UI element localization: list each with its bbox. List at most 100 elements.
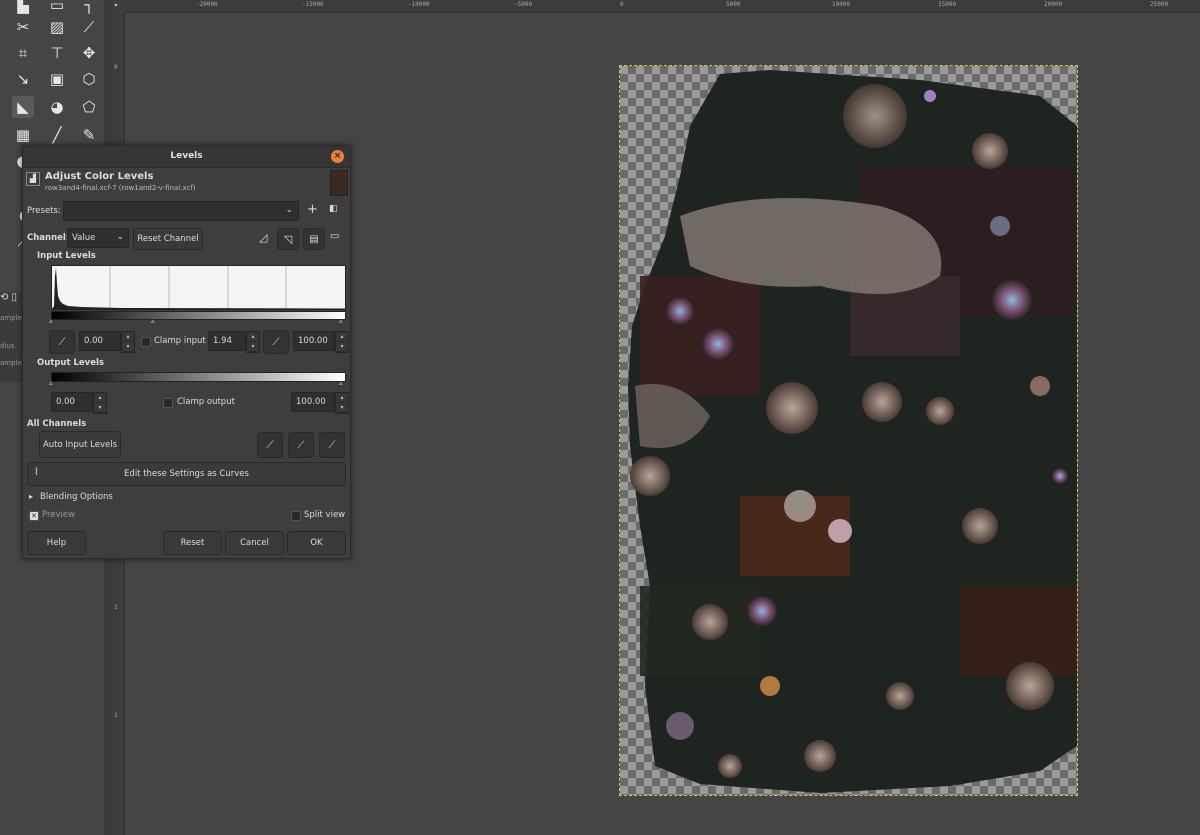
input-high-field[interactable]: 100.00: [293, 331, 335, 351]
dialog-titlebar[interactable]: Levels ×: [23, 146, 350, 168]
by-color-select-icon[interactable]: ▨: [46, 16, 68, 38]
tool-options-panel: ⟲ ▯ ample dius ample: [0, 292, 22, 382]
help-button[interactable]: Help: [27, 531, 86, 555]
ruler-origin-icon[interactable]: ▸: [114, 0, 119, 9]
unified-transform-icon[interactable]: ✥: [78, 42, 100, 64]
output-black-slider-handle[interactable]: ▵: [49, 379, 53, 387]
tool-option-label: ample: [0, 359, 22, 367]
channel-combo[interactable]: Value ⌄: [67, 228, 129, 248]
perspective-tool-icon[interactable]: ⬡: [78, 68, 100, 90]
output-levels-label: Output Levels: [37, 358, 104, 368]
input-high-spinner[interactable]: ▴ ▾: [335, 331, 349, 353]
pick-black-point-all-icon[interactable]: ⟋: [257, 432, 283, 458]
pencil-icon[interactable]: ✎: [78, 124, 100, 146]
paths-tool-icon[interactable]: ▙: [12, 0, 34, 16]
tool-options-icons: ⟲ ▯: [0, 292, 18, 303]
ruler-label: 0: [620, 1, 624, 8]
histogram-menu-icon[interactable]: ▭: [330, 231, 339, 242]
image-thumbnail: [330, 170, 348, 196]
fuzzy-select-icon[interactable]: ⟋: [78, 16, 100, 38]
output-low-field[interactable]: 0.00: [51, 392, 93, 412]
ruler-label: 1: [114, 712, 118, 719]
reset-channel-button[interactable]: Reset Channel: [133, 228, 203, 250]
presets-combo[interactable]: ⌄: [63, 201, 299, 221]
measure-tool-icon[interactable]: ┐: [78, 0, 100, 16]
ruler-label: 15000: [938, 1, 957, 8]
blend-tool-icon[interactable]: ▦: [12, 124, 34, 146]
pick-gray-point-all-icon[interactable]: ⟋: [288, 432, 314, 458]
dialog-heading: Adjust Color Levels: [45, 171, 154, 182]
expander-icon[interactable]: ▸: [29, 492, 33, 501]
auto-input-levels-button[interactable]: Auto Input Levels: [39, 431, 121, 458]
tool-option-label: ample: [0, 314, 22, 322]
chevron-down-icon: ⌄: [285, 205, 293, 215]
ruler-label: 1: [114, 604, 118, 611]
pick-white-point-all-icon[interactable]: ⟋: [319, 432, 345, 458]
clamp-input-checkbox[interactable]: [141, 337, 151, 347]
input-white-slider-handle[interactable]: ▵: [339, 317, 343, 325]
ruler-label: 25000: [1150, 1, 1169, 8]
gamma-field[interactable]: 1.94: [208, 331, 246, 351]
ruler-label: -5000: [514, 1, 533, 8]
preview-checkbox[interactable]: ✕: [29, 511, 39, 521]
preview-label: Preview: [42, 510, 76, 520]
crop-tool-icon[interactable]: ⌗: [12, 42, 34, 64]
paintbrush-icon[interactable]: ╱: [46, 124, 68, 146]
gradient-tool-icon[interactable]: ◕: [46, 96, 68, 118]
output-high-field[interactable]: 100.00: [291, 392, 335, 412]
tool-option-label: dius: [0, 342, 15, 350]
output-white-slider-handle[interactable]: ▵: [339, 379, 343, 387]
edit-as-curves-button[interactable]: ⌇ Edit these Settings as Curves: [27, 462, 346, 486]
channel-value: Value: [72, 233, 96, 243]
input-levels-label: Input Levels: [37, 251, 96, 261]
pick-white-point-icon[interactable]: ⟋: [263, 330, 289, 354]
close-icon[interactable]: ×: [331, 150, 344, 163]
levels-dialog: Levels × ▟ Adjust Color Levels row3and4-…: [22, 145, 351, 559]
input-low-field[interactable]: 0.00: [79, 331, 121, 351]
presets-label: Presets:: [27, 206, 61, 216]
histogram-view-icon[interactable]: ▤: [303, 228, 325, 250]
ruler-label: -20000: [196, 1, 218, 8]
ruler-label: -15000: [302, 1, 324, 8]
add-preset-icon[interactable]: +: [307, 202, 318, 217]
clamp-output-label: Clamp output: [177, 397, 235, 407]
output-gradient-bar: [51, 372, 346, 382]
warp-transform-icon[interactable]: ↘: [12, 68, 34, 90]
horizontal-ruler[interactable]: ▸ -20000 -15000 -10000 -5000 0 5000 1000…: [112, 0, 1200, 13]
ruler-label: 5000: [726, 1, 741, 8]
text-tool-icon[interactable]: ▭: [46, 0, 68, 16]
preset-menu-icon[interactable]: ◧: [329, 204, 338, 214]
ruler-label: 20000: [1044, 1, 1063, 8]
scissors-select-icon[interactable]: ✂: [12, 16, 34, 38]
split-view-label: Split view: [304, 510, 346, 520]
linear-histogram-icon[interactable]: ◿: [259, 231, 267, 244]
gamma-spinner[interactable]: ▴ ▾: [246, 331, 260, 353]
ruler-label: -10000: [408, 1, 430, 8]
clamp-output-checkbox[interactable]: [163, 398, 173, 408]
bucket-fill-icon[interactable]: ◣: [12, 96, 34, 118]
dialog-title: Levels: [170, 151, 203, 161]
output-low-spinner[interactable]: ▴ ▾: [93, 392, 107, 414]
input-black-slider-handle[interactable]: ▵: [49, 317, 53, 325]
ruler-label: 10000: [832, 1, 851, 8]
reset-button[interactable]: Reset: [163, 531, 222, 555]
levels-icon: ▟: [26, 172, 40, 186]
all-channels-label: All Channels: [27, 419, 87, 429]
dialog-subheading: row3and4-final.xcf-7 (row1and2-v-final.x…: [45, 184, 196, 192]
cancel-button[interactable]: Cancel: [225, 531, 284, 555]
log-histogram-icon[interactable]: ◹: [277, 228, 299, 250]
curves-icon: ⌇: [34, 467, 39, 478]
input-gamma-slider-handle[interactable]: ▵: [151, 317, 155, 325]
ok-button[interactable]: OK: [287, 531, 346, 555]
align-tool-icon[interactable]: ⊤: [46, 42, 68, 64]
input-low-spinner[interactable]: ▴ ▾: [121, 331, 135, 353]
blending-options-toggle[interactable]: Blending Options: [40, 492, 113, 502]
channel-label: Channel:: [27, 233, 70, 243]
clamp-input-label: Clamp input: [154, 336, 206, 346]
output-high-spinner[interactable]: ▴ ▾: [335, 392, 349, 414]
cage-transform-icon[interactable]: ⬠: [78, 96, 100, 118]
handle-transform-icon[interactable]: ▣: [46, 68, 68, 90]
split-view-checkbox[interactable]: [291, 511, 301, 521]
pick-black-point-icon[interactable]: ⟋: [49, 330, 75, 354]
image-canvas[interactable]: [619, 65, 1078, 796]
